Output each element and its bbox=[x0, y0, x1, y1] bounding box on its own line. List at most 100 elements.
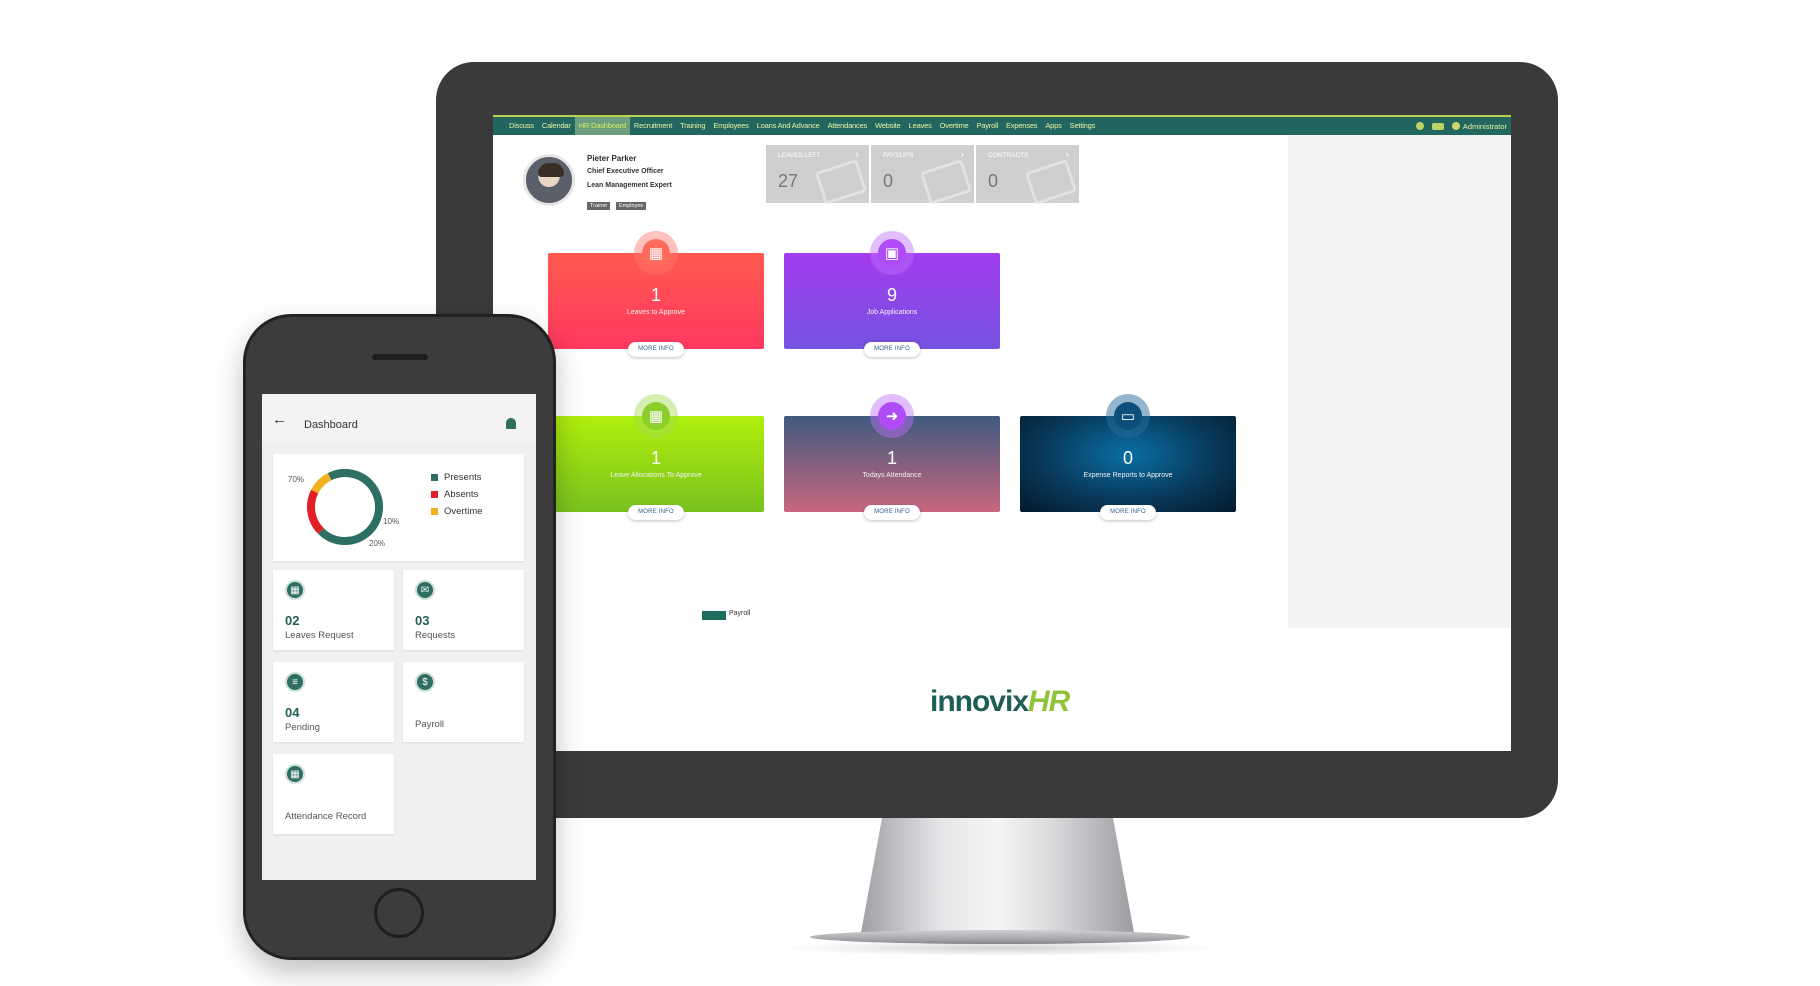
tile-value: 1 bbox=[886, 448, 897, 468]
legend-swatch bbox=[431, 474, 438, 481]
tile-leave-allocations: ▦ 1 Leave Allocations To Approve MORE IN… bbox=[548, 394, 764, 520]
card-value: 04 bbox=[285, 705, 300, 720]
money-icon: ▭ bbox=[1106, 394, 1150, 438]
app-bar: ← Dashboard bbox=[262, 394, 536, 442]
legend-label: Presents bbox=[444, 472, 482, 483]
card-requests[interactable]: ✉ 03 Requests bbox=[403, 570, 524, 650]
stat-value: 0 bbox=[988, 171, 999, 191]
money-icon bbox=[919, 159, 973, 205]
monitor-stand bbox=[860, 818, 1135, 938]
more-info-button[interactable]: MORE INFO bbox=[628, 342, 684, 357]
mobile-screen: ← Dashboard 70% 10% 20% Presents Absents… bbox=[262, 394, 536, 880]
nav-apps[interactable]: Apps bbox=[1041, 117, 1065, 135]
legend-label: Overtime bbox=[444, 506, 483, 517]
nav-training[interactable]: Training bbox=[676, 117, 709, 135]
tile-leaves-to-approve: ▦ 1 Leaves to Approve MORE INFO bbox=[548, 231, 764, 357]
phone-home-button[interactable] bbox=[374, 888, 424, 938]
chat-icon[interactable] bbox=[1431, 122, 1444, 130]
tile-caption: Leaves to Approve bbox=[627, 309, 685, 316]
card-label: Pending bbox=[285, 722, 320, 733]
card-label: Requests bbox=[415, 630, 456, 641]
card-leaves-request[interactable]: ▦ 02 Leaves Request bbox=[273, 570, 394, 650]
card-label: Attendance Record bbox=[285, 811, 367, 822]
tile-caption: Expense Reports to Approve bbox=[1083, 472, 1173, 479]
nav-discuss[interactable]: Discuss bbox=[505, 117, 538, 135]
more-info-button[interactable]: MORE INFO bbox=[628, 505, 684, 520]
top-navbar: Discuss Calendar HR Dashboard Recruitmen… bbox=[493, 115, 1511, 135]
stat-label: CONTRACTS bbox=[988, 152, 1029, 159]
bell-icon[interactable] bbox=[506, 418, 516, 429]
dollar-icon: $ bbox=[415, 672, 435, 692]
calendar-icon: ▦ bbox=[285, 580, 305, 600]
calendar-icon: ▦ bbox=[634, 394, 678, 438]
card-payroll[interactable]: $ Payroll bbox=[403, 662, 524, 742]
more-info-button[interactable]: MORE INFO bbox=[864, 505, 920, 520]
nav-recruitment[interactable]: Recruitment bbox=[630, 117, 676, 135]
chevron-right-icon: › bbox=[855, 149, 859, 161]
tile-todays-attendance: ➜ 1 Todays Attendance MORE INFO bbox=[784, 394, 1000, 520]
payroll-legend-swatch bbox=[702, 611, 726, 620]
legend-overtime: Overtime bbox=[431, 506, 483, 517]
more-info-button[interactable]: MORE INFO bbox=[864, 342, 920, 357]
tile-value: 0 bbox=[1122, 448, 1133, 468]
calendar-icon: ▦ bbox=[285, 764, 305, 784]
nav-hr-dashboard[interactable]: HR Dashboard bbox=[574, 117, 630, 135]
stat-label: PAYSLIPS bbox=[883, 152, 914, 159]
user-avatar-icon bbox=[1451, 122, 1460, 130]
nav-right-tools: Administrator bbox=[1415, 117, 1507, 135]
stat-leaves-left[interactable]: LEAVES LEFT › 27 bbox=[766, 145, 869, 205]
user-menu[interactable]: Administrator bbox=[1451, 122, 1507, 131]
donut-group bbox=[307, 469, 383, 545]
slice-label-overtime: 10% bbox=[383, 517, 399, 526]
calendar-icon bbox=[814, 159, 868, 205]
tile-value: 1 bbox=[650, 285, 661, 305]
back-arrow-icon[interactable]: ← bbox=[272, 411, 287, 428]
nav-attendances[interactable]: Attendances bbox=[824, 117, 872, 135]
legend-absents: Absents bbox=[431, 489, 478, 500]
tag-employee: Employee bbox=[616, 202, 647, 210]
nav-website[interactable]: Website bbox=[871, 117, 905, 135]
tile-job-applications: ▣ 9 Job Applications MORE INFO bbox=[784, 231, 1000, 357]
nav-settings[interactable]: Settings bbox=[1066, 117, 1100, 135]
donut-slice-absents bbox=[307, 489, 324, 534]
card-label: Leaves Request bbox=[285, 630, 354, 641]
card-pending[interactable]: ≡ 04 Pending bbox=[273, 662, 394, 742]
profile-title: Chief Executive Officer bbox=[587, 168, 664, 175]
stat-value: 27 bbox=[778, 171, 799, 191]
chevron-right-icon: › bbox=[1065, 149, 1069, 161]
legend-swatch bbox=[431, 491, 438, 498]
tile-caption: Leave Allocations To Approve bbox=[610, 472, 702, 479]
sign-in-icon: ➜ bbox=[870, 394, 914, 438]
card-attendance-record[interactable]: ▦ Attendance Record bbox=[273, 754, 394, 834]
more-info-button[interactable]: MORE INFO bbox=[1100, 505, 1156, 520]
slice-label-presents: 70% bbox=[288, 475, 304, 484]
nav-calendar[interactable]: Calendar bbox=[538, 117, 575, 135]
nav-expenses[interactable]: Expenses bbox=[1002, 117, 1041, 135]
stat-value: 0 bbox=[883, 171, 894, 191]
monitor-shadow bbox=[780, 940, 1220, 956]
mail-icon: ✉ bbox=[415, 580, 435, 600]
nav-payroll[interactable]: Payroll bbox=[972, 117, 1002, 135]
page-title: Dashboard bbox=[304, 419, 358, 431]
legend-label: Absents bbox=[444, 489, 479, 500]
activity-icon[interactable] bbox=[1415, 122, 1424, 130]
chevron-right-icon: › bbox=[960, 149, 964, 161]
brand-part-2: HR bbox=[1028, 685, 1070, 718]
right-side-panel bbox=[1288, 135, 1511, 628]
stat-contracts[interactable]: CONTRACTS › 0 bbox=[976, 145, 1079, 205]
list-icon: ≡ bbox=[285, 672, 305, 692]
nav-loans[interactable]: Loans And Advance bbox=[753, 117, 824, 135]
tile-caption: Job Applications bbox=[866, 309, 918, 316]
stat-payslips[interactable]: PAYSLIPS › 0 bbox=[871, 145, 974, 205]
briefcase-icon: ▣ bbox=[870, 231, 914, 275]
nav-leaves[interactable]: Leaves bbox=[905, 117, 936, 135]
donut-slice-presents bbox=[318, 469, 383, 545]
brand-part-1: innovix bbox=[930, 685, 1029, 718]
brand-logo: innovixHR bbox=[930, 685, 1070, 719]
nav-employees[interactable]: Employees bbox=[709, 117, 752, 135]
tile-caption: Todays Attendance bbox=[862, 472, 922, 479]
device-mockup: Discuss Calendar HR Dashboard Recruitmen… bbox=[0, 0, 1820, 986]
profile-avatar bbox=[523, 154, 575, 206]
nav-overtime[interactable]: Overtime bbox=[936, 117, 973, 135]
profile-name: Pieter Parker bbox=[587, 154, 637, 163]
